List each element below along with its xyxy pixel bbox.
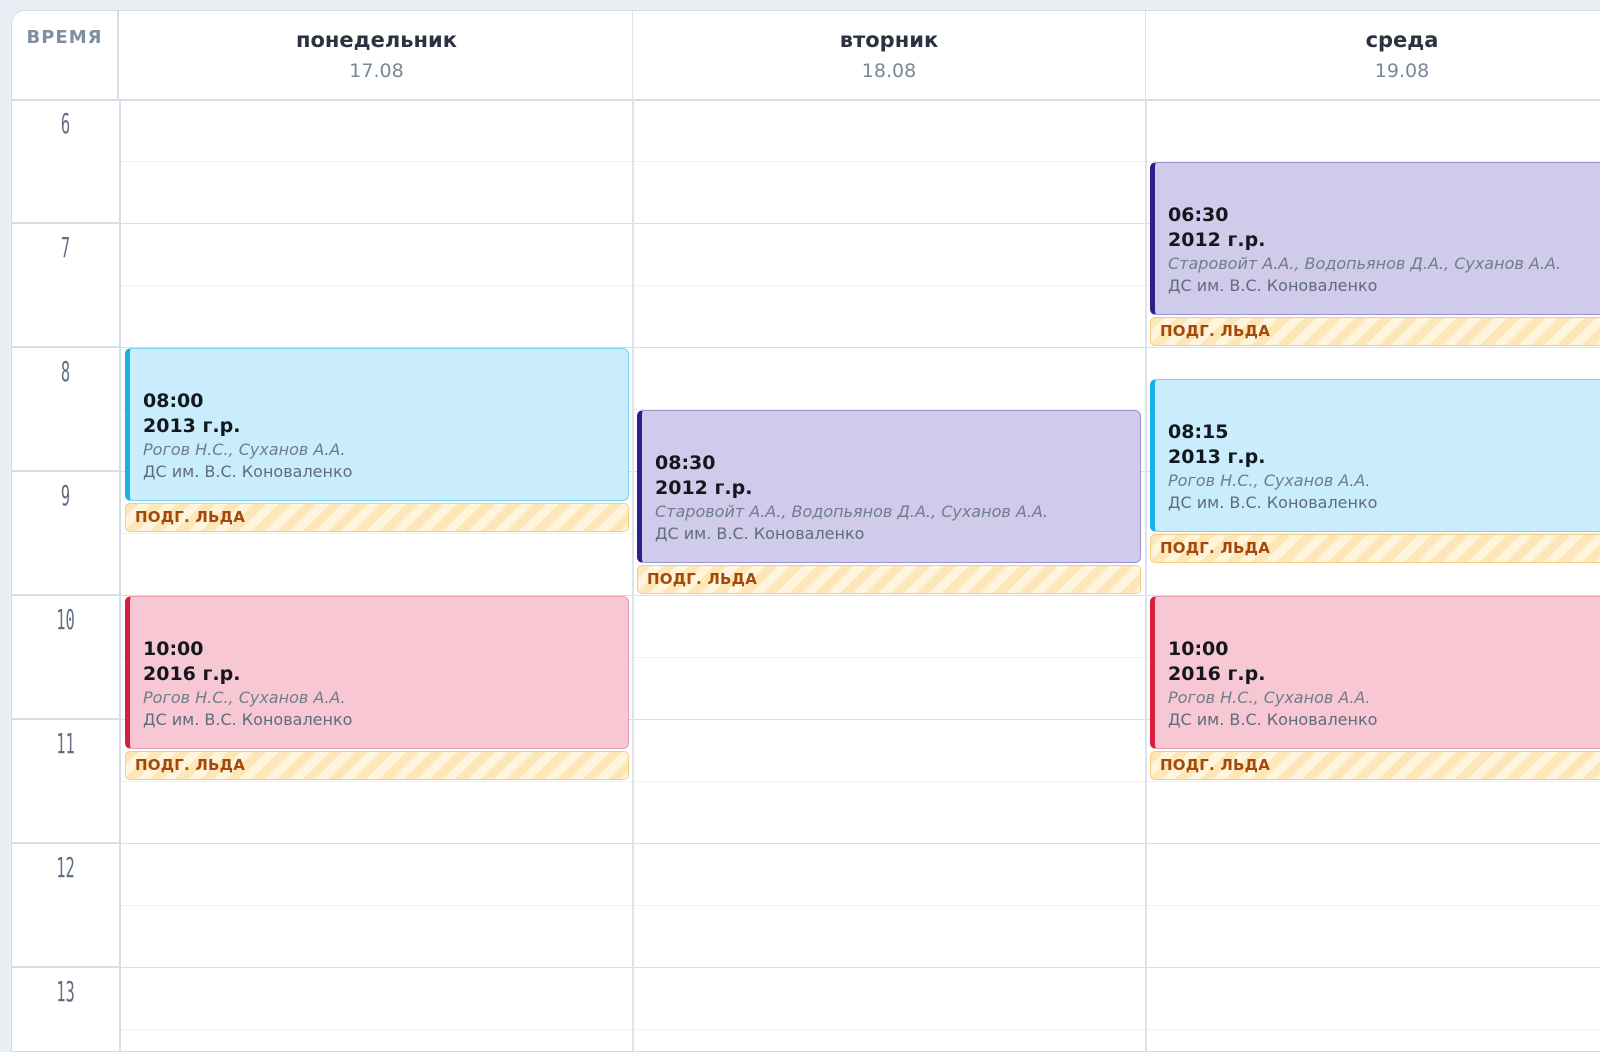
day-name: понедельник bbox=[295, 28, 458, 52]
event-time: 08:00 bbox=[143, 390, 204, 412]
day-header-monday[interactable]: понедельник 17.08 bbox=[121, 11, 633, 99]
day-name: вторник bbox=[839, 28, 939, 52]
event-time: 10:00 bbox=[143, 638, 204, 660]
training-event[interactable]: 10:00 2016 г.р. Рогов Н.С., Суханов А.А. ДС… bbox=[125, 596, 629, 749]
hour-label: 8 bbox=[60, 355, 71, 388]
day-header-wednesday[interactable]: среда 19.08 bbox=[1146, 11, 1600, 99]
hour-label: 12 bbox=[56, 851, 75, 884]
event-location: ДС им. В.С. Коноваленко bbox=[655, 524, 865, 543]
event-time: 06:30 bbox=[1168, 204, 1229, 226]
calendar: ВРЕМЯ понедельник 17.08 вторник 18.08 ср… bbox=[11, 10, 1600, 1052]
hour-label: 9 bbox=[60, 479, 71, 512]
hour-divider bbox=[12, 222, 119, 224]
event-time: 10:00 bbox=[1168, 638, 1229, 660]
event-time: 08:15 bbox=[1168, 421, 1229, 443]
event-coaches: Рогов Н.С., Суханов А.А. bbox=[143, 440, 346, 459]
day-header-tuesday[interactable]: вторник 18.08 bbox=[633, 11, 1146, 99]
ice-prep-block[interactable]: ПОДГ. ЛЬДА bbox=[637, 565, 1141, 594]
event-coaches: Рогов Н.С., Суханов А.А. bbox=[143, 688, 346, 707]
event-group: 2013 г.р. bbox=[1168, 446, 1266, 468]
half-hour-gridline bbox=[121, 905, 1600, 906]
event-group: 2012 г.р. bbox=[1168, 229, 1266, 251]
ice-prep-block[interactable]: ПОДГ. ЛЬДА bbox=[1150, 534, 1600, 563]
hour-divider bbox=[12, 594, 119, 596]
event-location: ДС им. В.С. Коноваленко bbox=[143, 710, 353, 729]
event-group: 2016 г.р. bbox=[143, 663, 241, 685]
schedule-grid: 08:00 2013 г.р. Рогов Н.С., Суханов А.А. ДС… bbox=[121, 99, 1600, 1051]
event-location: ДС им. В.С. Коноваленко bbox=[1168, 493, 1378, 512]
hour-divider bbox=[12, 470, 119, 472]
hour-gridline bbox=[121, 843, 1600, 844]
event-location: ДС им. В.С. Коноваленко bbox=[1168, 710, 1378, 729]
event-location: ДС им. В.С. Коноваленко bbox=[143, 462, 353, 481]
training-event[interactable]: 08:00 2013 г.р. Рогов Н.С., Суханов А.А. ДС… bbox=[125, 348, 629, 501]
event-group: 2012 г.р. bbox=[655, 477, 753, 499]
ice-prep-block[interactable]: ПОДГ. ЛЬДА bbox=[125, 751, 629, 780]
hour-label: 13 bbox=[56, 975, 75, 1008]
event-coaches: Старовойт А.А., Водопьянов Д.А., Суханов… bbox=[655, 502, 1048, 521]
calendar-header: ВРЕМЯ понедельник 17.08 вторник 18.08 ср… bbox=[12, 11, 1600, 101]
hour-gridline bbox=[121, 967, 1600, 968]
day-divider bbox=[632, 99, 634, 1051]
hour-divider bbox=[12, 718, 119, 720]
hour-label: 6 bbox=[60, 107, 71, 140]
day-date: 19.08 bbox=[1374, 60, 1430, 82]
ice-prep-block[interactable]: ПОДГ. ЛЬДА bbox=[1150, 317, 1600, 346]
training-event[interactable]: 08:15 2013 г.р. Рогов Н.С., Суханов А.А. ДС… bbox=[1150, 379, 1600, 532]
event-group: 2016 г.р. bbox=[1168, 663, 1266, 685]
time-column-header: ВРЕМЯ bbox=[12, 11, 119, 99]
event-coaches: Рогов Н.С., Суханов А.А. bbox=[1168, 688, 1371, 707]
day-name: среда bbox=[1365, 28, 1439, 52]
hour-label: 7 bbox=[60, 231, 71, 264]
hour-label: 10 bbox=[56, 603, 75, 636]
event-location: ДС им. В.С. Коноваленко bbox=[1168, 276, 1378, 295]
event-coaches: Рогов Н.С., Суханов А.А. bbox=[1168, 471, 1371, 490]
day-divider bbox=[1145, 99, 1147, 1051]
half-hour-gridline bbox=[121, 781, 1600, 782]
hour-divider bbox=[12, 842, 119, 844]
event-coaches: Старовойт А.А., Водопьянов Д.А., Суханов… bbox=[1168, 254, 1561, 273]
ice-prep-block[interactable]: ПОДГ. ЛЬДА bbox=[125, 503, 629, 532]
hour-divider bbox=[12, 966, 119, 968]
event-group: 2013 г.р. bbox=[143, 415, 241, 437]
training-event[interactable]: 06:30 2012 г.р. Старовойт А.А., Водопьянов… bbox=[1150, 162, 1600, 315]
day-date: 17.08 bbox=[349, 60, 404, 82]
training-event[interactable]: 10:00 2016 г.р. Рогов Н.С., Суханов А.А. ДС… bbox=[1150, 596, 1600, 749]
hour-divider bbox=[12, 346, 119, 348]
event-time: 08:30 bbox=[655, 452, 716, 474]
ice-prep-block[interactable]: ПОДГ. ЛЬДА bbox=[1150, 751, 1600, 780]
time-column: 6 7 8 9 10 11 12 13 bbox=[12, 99, 121, 1051]
hour-label: 11 bbox=[56, 727, 75, 760]
day-date: 18.08 bbox=[861, 60, 917, 82]
half-hour-gridline bbox=[121, 1029, 1600, 1030]
training-event[interactable]: 08:30 2012 г.р. Старовойт А.А., Водопьянов… bbox=[637, 410, 1141, 563]
